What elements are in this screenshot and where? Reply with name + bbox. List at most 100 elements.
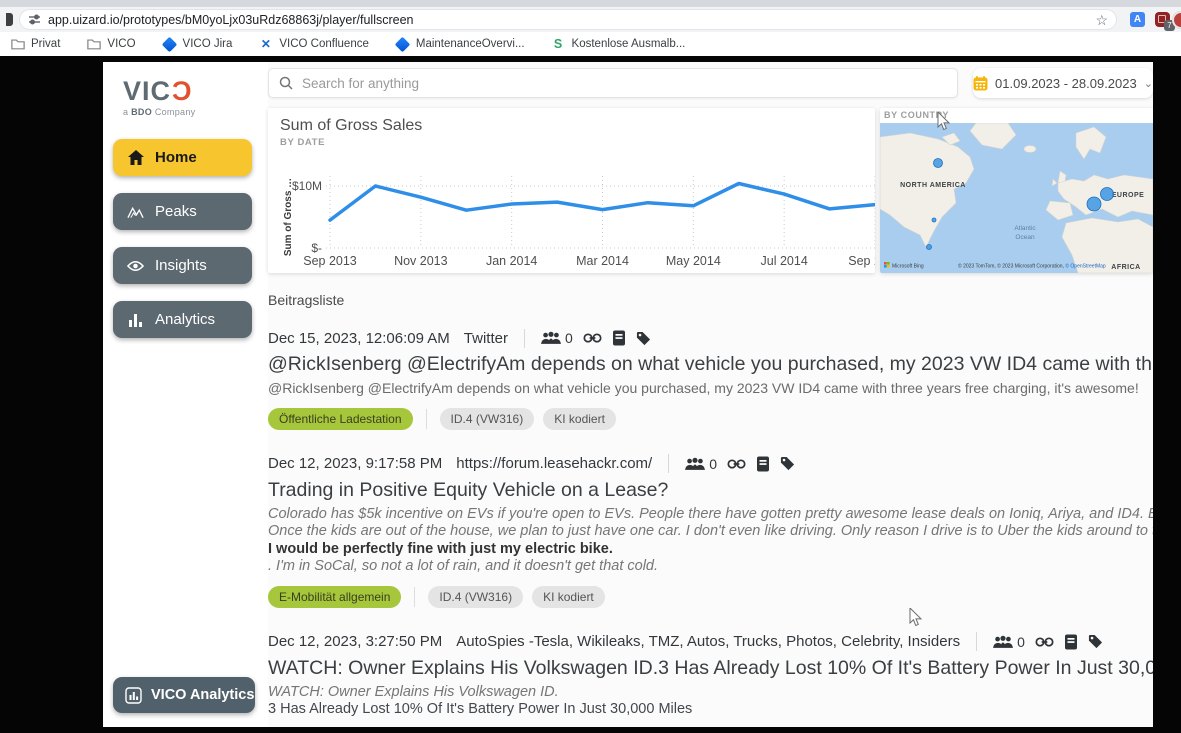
chevron-down-icon: ⌄: [1144, 77, 1153, 90]
users-icon[interactable]: [541, 331, 561, 345]
logo-text: VIC: [123, 76, 171, 106]
tag-icon[interactable]: [780, 456, 795, 471]
mouse-cursor-secondary: [937, 112, 951, 132]
sidebar-item-analytics[interactable]: Analytics: [113, 301, 252, 338]
country-map-card: BY COUNTRY NORTH AMERICAEUROPEAFRI: [880, 108, 1153, 273]
post-source[interactable]: Twitter: [464, 330, 508, 347]
bookmark-item[interactable]: ✕ S VICO Jira: [162, 37, 233, 52]
vico-analytics-button[interactable]: VICO Analytics: [113, 677, 255, 713]
svg-text:$10M: $10M: [292, 179, 322, 193]
sales-line-chart[interactable]: Sep 2013 Nov 2013 Jan 2014 Mar 2014 May 2014…: [280, 148, 875, 272]
post-source[interactable]: https://forum.leasehackr.com/: [456, 455, 652, 472]
bookmark-favicon: ✕ S: [162, 37, 177, 52]
post-body-line: 3 Has Already Lost 10% Of It's Battery P…: [268, 701, 1153, 719]
gross-sales-chart-card: Sum of Gross Sales BY DATE Sep 2013 Nov 2…: [268, 108, 875, 273]
svg-text:Jul 2014: Jul 2014: [761, 254, 808, 268]
book-icon[interactable]: [612, 330, 626, 346]
translate-icon[interactable]: A: [1130, 12, 1145, 27]
svg-text:May 2014: May 2014: [666, 254, 721, 268]
bookmark-item[interactable]: ✕ S VICO Confluence: [258, 37, 369, 52]
extension-icon[interactable]: 7: [1155, 12, 1170, 27]
tag-pill[interactable]: ID.4 (VW316): [428, 586, 523, 608]
tag-pill-primary[interactable]: E-Mobilität allgemein: [268, 586, 401, 608]
book-icon[interactable]: [1064, 634, 1078, 650]
post-title[interactable]: WATCH: Owner Explains His Volkswagen ID.…: [268, 657, 1153, 680]
app-window: VICC a BDO Company Home Peaks: [103, 62, 1153, 727]
post-date: Dec 15, 2023, 12:06:09 AM: [268, 330, 450, 347]
tag-icon[interactable]: [636, 331, 651, 346]
sidebar-item-insights[interactable]: Insights: [113, 247, 252, 284]
bookmark-item[interactable]: ✕ S Privat: [10, 37, 60, 52]
post-meta: Dec 12, 2023, 9:17:58 PM https://forum.l…: [268, 454, 1153, 474]
bookmark-favicon: ✕ S: [86, 37, 101, 52]
users-icon[interactable]: [685, 457, 705, 471]
bookmark-star-icon[interactable]: ☆: [1095, 13, 1108, 27]
tag-pill[interactable]: KI kodiert: [543, 408, 616, 430]
svg-text:Sep 2013: Sep 2013: [303, 254, 357, 268]
browser-toolbar: app.uizard.io/prototypes/bM0yoLjx03uRdz6…: [0, 7, 1181, 32]
bookmark-label: MaintenanceOvervi...: [416, 38, 525, 50]
map-attribution: Microsoft Bing © 2023 TomTom, © 2023 Mic…: [884, 262, 1106, 270]
logo-reversed-c: C: [171, 78, 192, 105]
world-map[interactable]: NORTH AMERICAEUROPEAFRICAAtlanticOcean M…: [880, 123, 1153, 273]
url-text[interactable]: app.uizard.io/prototypes/bM0yoLjx03uRdz6…: [48, 13, 1095, 27]
footer-button-label: VICO Analytics: [151, 687, 254, 703]
post-body-line: I would be perfectly fine with just my e…: [268, 541, 1153, 559]
tag-pill-primary[interactable]: Öffentliche Ladestation: [268, 408, 413, 430]
post-date: Dec 12, 2023, 9:17:58 PM: [268, 455, 442, 472]
toolbar-fragment: [6, 13, 13, 26]
bar-chart-icon: [127, 311, 144, 328]
analytics-panel-icon: [125, 687, 142, 704]
chart-title: Sum of Gross Sales: [280, 117, 875, 135]
bookmark-favicon: ✕ S: [551, 37, 566, 52]
post-count: 0: [709, 456, 717, 472]
post-body-line: @RickIsenberg @ElectrifyAm depends on wh…: [268, 380, 1153, 398]
tag-pill[interactable]: KI kodiert: [532, 586, 605, 608]
svg-text:Mar 2014: Mar 2014: [576, 254, 629, 268]
post-body-line: Colorado has $5k incentive on EVs if you…: [268, 506, 1153, 524]
top-bar: 01.09.2023 - 28.09.2023 ⌄: [268, 68, 1153, 98]
post-list-title: Beitragsliste: [268, 292, 1153, 308]
sidebar-item-peaks[interactable]: Peaks: [113, 193, 252, 230]
tag-icon[interactable]: [1088, 634, 1103, 649]
tag-pill[interactable]: ID.4 (VW316): [440, 408, 535, 430]
svg-text:Jan 2014: Jan 2014: [486, 254, 537, 268]
site-info-icon[interactable]: [28, 13, 41, 26]
date-range-picker[interactable]: 01.09.2023 - 28.09.2023 ⌄: [973, 68, 1153, 98]
search-input[interactable]: [302, 76, 947, 91]
post-meta: Dec 15, 2023, 12:06:09 AM Twitter 0: [268, 328, 1153, 348]
link-icon[interactable]: [727, 458, 746, 470]
post-body: Colorado has $5k incentive on EVs if you…: [268, 506, 1153, 576]
svg-text:EUROPE: EUROPE: [1112, 192, 1145, 199]
post-body: @RickIsenberg @ElectrifyAm depends on wh…: [268, 380, 1153, 398]
post-source[interactable]: AutoSpies -Tesla, Wikileaks, TMZ, Autos,…: [456, 633, 960, 650]
link-icon[interactable]: [583, 332, 602, 344]
svg-text:Nov 2013: Nov 2013: [394, 254, 448, 268]
svg-text:NORTH AMERICA: NORTH AMERICA: [900, 182, 966, 189]
tag-divider: [414, 587, 415, 607]
sidebar-item-home[interactable]: Home: [113, 139, 252, 176]
book-icon[interactable]: [756, 456, 770, 472]
post-title[interactable]: Trading in Positive Equity Vehicle on a …: [268, 479, 1153, 502]
post-title[interactable]: @RickIsenberg @ElectrifyAm depends on wh…: [268, 353, 1153, 376]
svg-text:Atlantic: Atlantic: [1014, 225, 1036, 232]
address-bar[interactable]: app.uizard.io/prototypes/bM0yoLjx03uRdz6…: [19, 9, 1117, 30]
post-tags: Öffentliche Ladestation ID.4 (VW316) KI ko…: [268, 408, 1153, 430]
post-body: WATCH: Owner Explains His Volkswagen ID.…: [268, 684, 1153, 719]
post-list: Dec 15, 2023, 12:06:09 AM Twitter 0 @Ric…: [268, 328, 1153, 719]
svg-text:$-: $-: [311, 241, 322, 255]
search-bar[interactable]: [268, 68, 958, 98]
bookmark-favicon: ✕ S: [258, 37, 273, 52]
bookmark-item[interactable]: ✕ S MaintenanceOvervi...: [395, 37, 525, 52]
tag-divider: [426, 409, 427, 429]
chart-subtitle: BY DATE: [280, 137, 875, 148]
meta-divider: [524, 329, 525, 348]
meta-divider: [976, 632, 977, 651]
bookmark-item[interactable]: ✕ S VICO: [86, 37, 135, 52]
link-icon[interactable]: [1035, 636, 1054, 648]
calendar-icon: [973, 76, 988, 91]
post-body-line: WATCH: Owner Explains His Volkswagen ID.: [268, 684, 1153, 702]
users-icon[interactable]: [993, 635, 1013, 649]
bookmark-item[interactable]: ✕ S Kostenlose Ausmalb...: [551, 37, 686, 52]
sidebar-item-label: Insights: [155, 257, 207, 274]
